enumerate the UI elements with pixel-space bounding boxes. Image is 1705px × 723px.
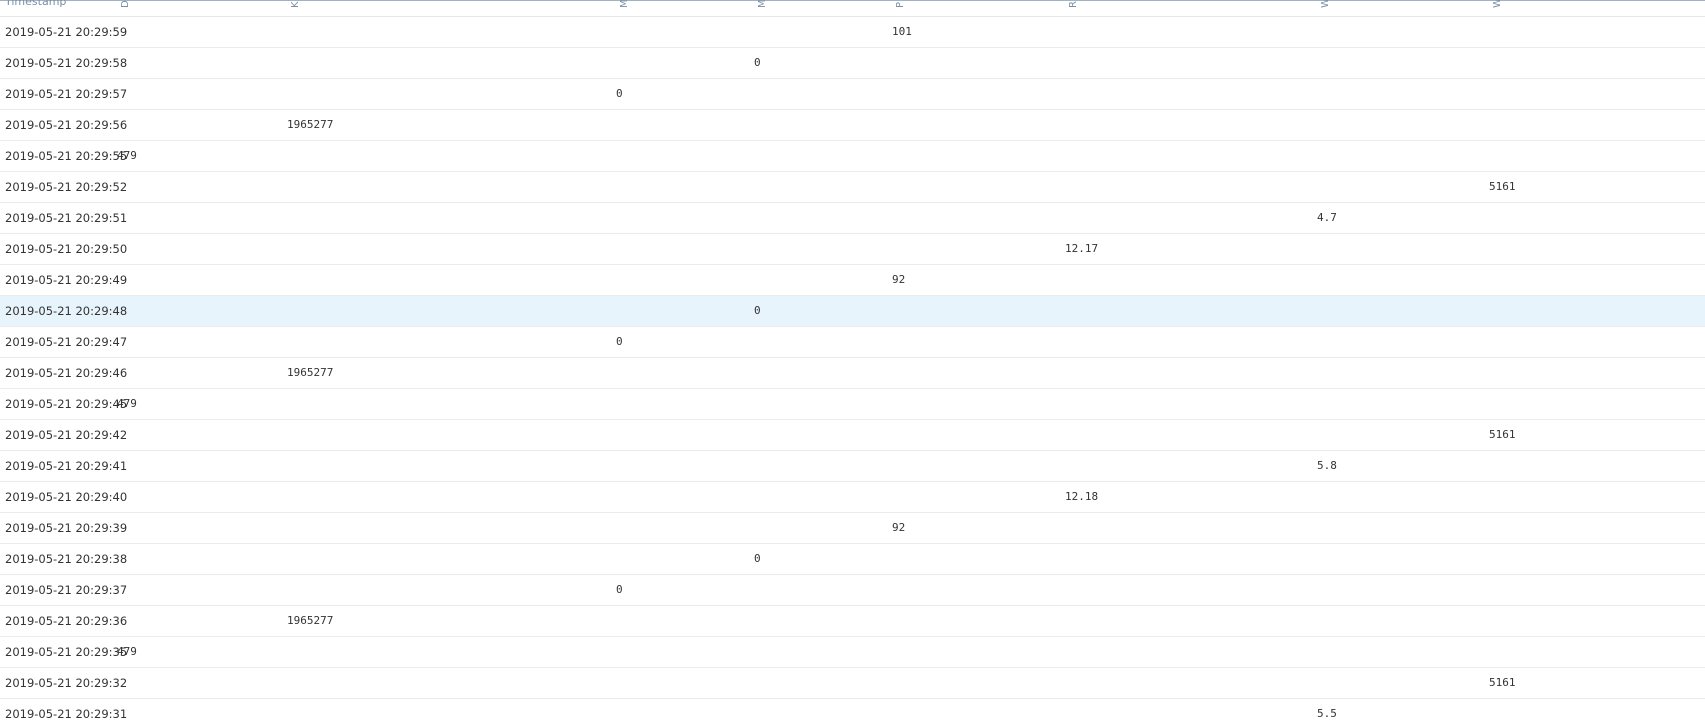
timestamp-cell: 2019-05-21 20:29:52	[5, 180, 128, 194]
value-cell: 0	[616, 87, 623, 100]
value-cell: 1965277	[287, 118, 334, 131]
header-column-5[interactable]: R	[1068, 1, 1079, 8]
timestamp-cell: 2019-05-21 20:29:32	[5, 676, 128, 690]
grid-body: 2019-05-21 20:29:59 101 2019-05-21 20:29:5…	[0, 17, 1705, 723]
value-cell: 4.7	[1317, 211, 1337, 224]
value-cell: 101	[892, 25, 912, 38]
header-column-4[interactable]: P	[895, 2, 906, 8]
header-column-3[interactable]: M	[757, 0, 768, 8]
header-column-6[interactable]: W	[1320, 0, 1331, 8]
header-column-1[interactable]: K	[290, 1, 301, 8]
grid-header: Timestamp D K M M P R W W	[0, 0, 1705, 17]
value-cell: 479	[117, 397, 137, 410]
value-cell: 5161	[1489, 180, 1516, 193]
timestamp-cell: 2019-05-21 20:29:36	[5, 614, 128, 628]
timestamp-cell: 2019-05-21 20:29:46	[5, 366, 128, 380]
table-row[interactable]: 2019-05-21 20:29:51 4.7	[0, 203, 1705, 234]
timestamp-cell: 2019-05-21 20:29:38	[5, 552, 128, 566]
timestamp-cell: 2019-05-21 20:29:50	[5, 242, 128, 256]
header-column-0[interactable]: D	[120, 0, 131, 8]
header-column-2[interactable]: M	[619, 0, 630, 8]
data-grid: Timestamp D K M M P R W W 2019-05-21 20:…	[0, 0, 1705, 723]
table-row[interactable]: 2019-05-21 20:29:40 12.18	[0, 482, 1705, 513]
value-cell: 1965277	[287, 614, 334, 627]
table-row[interactable]: 2019-05-21 20:29:55 479	[0, 141, 1705, 172]
table-row[interactable]: 2019-05-21 20:29:36 1965277	[0, 606, 1705, 637]
timestamp-cell: 2019-05-21 20:29:51	[5, 211, 128, 225]
table-row[interactable]: 2019-05-21 20:29:58 0	[0, 48, 1705, 79]
table-row[interactable]: 2019-05-21 20:29:37 0	[0, 575, 1705, 606]
timestamp-cell: 2019-05-21 20:29:31	[5, 707, 128, 721]
value-cell: 0	[616, 335, 623, 348]
value-cell: 479	[117, 149, 137, 162]
timestamp-cell: 2019-05-21 20:29:49	[5, 273, 128, 287]
table-row[interactable]: 2019-05-21 20:29:50 12.17	[0, 234, 1705, 265]
timestamp-cell: 2019-05-21 20:29:48	[5, 304, 128, 318]
timestamp-cell: 2019-05-21 20:29:47	[5, 335, 128, 349]
table-row[interactable]: 2019-05-21 20:29:38 0	[0, 544, 1705, 575]
timestamp-cell: 2019-05-21 20:29:58	[5, 56, 128, 70]
timestamp-cell: 2019-05-21 20:29:41	[5, 459, 128, 473]
header-column-7[interactable]: W	[1492, 0, 1503, 8]
table-row[interactable]: 2019-05-21 20:29:32 5161	[0, 668, 1705, 699]
value-cell: 5.5	[1317, 707, 1337, 720]
value-cell: 0	[616, 583, 623, 596]
timestamp-cell: 2019-05-21 20:29:59	[5, 25, 128, 39]
value-cell: 5161	[1489, 428, 1516, 441]
table-row[interactable]: 2019-05-21 20:29:41 5.8	[0, 451, 1705, 482]
value-cell: 5161	[1489, 676, 1516, 689]
timestamp-cell: 2019-05-21 20:29:35	[5, 645, 128, 659]
timestamp-cell: 2019-05-21 20:29:39	[5, 521, 128, 535]
value-cell: 5.8	[1317, 459, 1337, 472]
timestamp-cell: 2019-05-21 20:29:56	[5, 118, 128, 132]
timestamp-cell: 2019-05-21 20:29:37	[5, 583, 128, 597]
timestamp-cell: 2019-05-21 20:29:55	[5, 149, 128, 163]
table-row[interactable]: 2019-05-21 20:29:39 92	[0, 513, 1705, 544]
timestamp-cell: 2019-05-21 20:29:40	[5, 490, 128, 504]
table-row[interactable]: 2019-05-21 20:29:56 1965277	[0, 110, 1705, 141]
table-row[interactable]: 2019-05-21 20:29:45 479	[0, 389, 1705, 420]
value-cell: 0	[754, 304, 761, 317]
value-cell: 479	[117, 645, 137, 658]
table-row[interactable]: 2019-05-21 20:29:42 5161	[0, 420, 1705, 451]
value-cell: 12.17	[1065, 242, 1099, 255]
value-cell: 1965277	[287, 366, 334, 379]
value-cell: 92	[892, 521, 906, 534]
table-row[interactable]: 2019-05-21 20:29:46 1965277	[0, 358, 1705, 389]
value-cell: 0	[754, 56, 761, 69]
table-row[interactable]: 2019-05-21 20:29:49 92	[0, 265, 1705, 296]
table-row[interactable]: 2019-05-21 20:29:47 0	[0, 327, 1705, 358]
value-cell: 92	[892, 273, 906, 286]
header-timestamp[interactable]: Timestamp	[5, 0, 66, 8]
value-cell: 12.18	[1065, 490, 1099, 503]
table-row[interactable]: 2019-05-21 20:29:35 479	[0, 637, 1705, 668]
timestamp-cell: 2019-05-21 20:29:42	[5, 428, 128, 442]
table-row[interactable]: 2019-05-21 20:29:57 0	[0, 79, 1705, 110]
timestamp-cell: 2019-05-21 20:29:57	[5, 87, 128, 101]
value-cell: 0	[754, 552, 761, 565]
table-row[interactable]: 2019-05-21 20:29:31 5.5	[0, 699, 1705, 723]
table-row[interactable]: 2019-05-21 20:29:48 0	[0, 296, 1705, 327]
timestamp-cell: 2019-05-21 20:29:45	[5, 397, 128, 411]
table-row[interactable]: 2019-05-21 20:29:59 101	[0, 17, 1705, 48]
table-row[interactable]: 2019-05-21 20:29:52 5161	[0, 172, 1705, 203]
